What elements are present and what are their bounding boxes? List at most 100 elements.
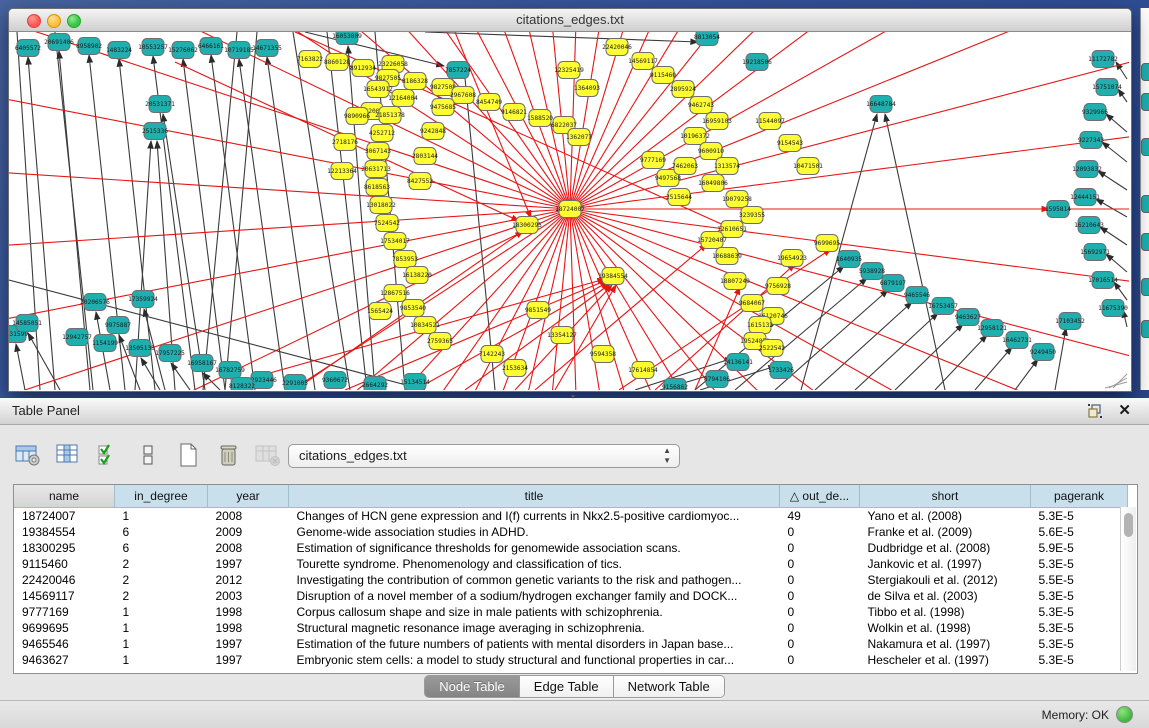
tab-network-table[interactable]: Network Table: [614, 676, 724, 697]
cell-pagerank: 5.3E-5: [1031, 588, 1128, 604]
column-header-short[interactable]: short: [860, 485, 1031, 508]
graph-node-label: 16959103: [702, 118, 732, 125]
memory-status-indicator[interactable]: [1116, 706, 1133, 723]
column-settings-icon[interactable]: [14, 441, 42, 469]
graph-node-label: 12610651: [717, 226, 747, 233]
cell-in_degree: 2: [115, 556, 208, 572]
graph-node-label: 12325419: [554, 67, 584, 74]
cell-short: Yano et al. (2008): [860, 508, 1031, 525]
graph-node-label: 3067143: [365, 148, 391, 155]
graph-node-label: 14136141: [723, 359, 753, 366]
table-row[interactable]: 1872400712008Changes of HCN gene express…: [14, 508, 1128, 525]
table-type-tabs: Node TableEdge TableNetwork Table: [0, 675, 1149, 697]
table-selector-dropdown[interactable]: citations_edges.txt ▲▼: [288, 444, 680, 468]
graph-node-label: 8860128: [324, 59, 350, 66]
cell-in_degree: 1: [115, 508, 208, 525]
graph-node-label: 10196372: [680, 133, 710, 140]
graph-node-label: 12444151: [1070, 194, 1100, 201]
tab-node-table[interactable]: Node Table: [425, 676, 520, 697]
scrollbar-thumb[interactable]: [1124, 513, 1133, 537]
column-header-in_degree[interactable]: in_degree: [115, 485, 208, 508]
table-vertical-scrollbar[interactable]: [1120, 507, 1136, 671]
graph-node: [1141, 63, 1149, 81]
graph-node-label: 17359924: [128, 296, 158, 303]
cell-short: de Silva et al. (2003): [860, 588, 1031, 604]
cell-name: 9777169: [14, 604, 115, 620]
graph-node: [1141, 233, 1149, 251]
cell-short: Stergiakouli et al. (2012): [860, 572, 1031, 588]
desktop-background: citations_edges.txt 64055722069140689589…: [0, 0, 1149, 727]
graph-node-label: 15134514: [400, 379, 430, 386]
delete-table-icon[interactable]: [254, 441, 282, 469]
cell-pagerank: 5.5E-5: [1031, 572, 1128, 588]
tab-edge-table[interactable]: Edge Table: [520, 676, 614, 697]
cell-out_degree: 0: [780, 636, 860, 652]
graph-node-label: 1615132: [747, 322, 773, 329]
select-columns-icon[interactable]: [94, 441, 122, 469]
graph-node-label: 16053809: [332, 33, 362, 40]
panel-resize-handle-icon[interactable]: ▾: [567, 394, 579, 400]
graph-edge: [425, 32, 698, 42]
panel-title: Table Panel: [12, 403, 80, 418]
table-row[interactable]: 1456911722003Disruption of a novel membe…: [14, 588, 1128, 604]
table-row[interactable]: 911546021997Tourette syndrome. Phenomeno…: [14, 556, 1128, 572]
column-header-pagerank[interactable]: pagerank: [1031, 485, 1128, 508]
graph-node-label: 16462731: [1002, 337, 1032, 344]
table-toolbar: f(x): [14, 438, 322, 472]
graph-node-label: 8813054: [694, 34, 720, 41]
column-header-out_degree[interactable]: △ out_de...: [780, 485, 860, 508]
graph-node-label: 13018022: [366, 202, 396, 209]
graph-node-label: 19079258: [722, 196, 752, 203]
table-row[interactable]: 1938455462009Genome-wide association stu…: [14, 524, 1128, 540]
graph-node-label: 16782759: [215, 367, 245, 374]
new-column-icon[interactable]: [174, 441, 202, 469]
table-row[interactable]: 946362711997Embryonic stem cells: a mode…: [14, 652, 1128, 668]
window-resize-grip[interactable]: [1105, 374, 1127, 388]
graph-node-label: 8186328: [402, 78, 428, 85]
float-panel-icon[interactable]: [1087, 403, 1103, 419]
graph-node-label: 16958167: [187, 360, 217, 367]
graph-edge: [1015, 359, 1038, 390]
delete-column-icon[interactable]: [214, 441, 242, 469]
show-columns-icon[interactable]: [54, 441, 82, 469]
rows-icon[interactable]: [134, 441, 162, 469]
table-row[interactable]: 969969511998Structural magnetic resonanc…: [14, 620, 1128, 636]
cell-out_degree: 0: [780, 588, 860, 604]
column-header-name[interactable]: name: [14, 485, 115, 508]
graph-node-label: 1640935: [836, 256, 862, 263]
graph-node-label: 8958902: [76, 43, 102, 50]
graph-edge: [1098, 171, 1127, 190]
cell-short: Jankovic et al. (1997): [860, 556, 1031, 572]
cell-name: 18300295: [14, 540, 115, 556]
cell-title: Changes of HCN gene expression and I(f) …: [289, 508, 780, 525]
graph-edge: [1102, 142, 1127, 162]
graph-node-label: 17534017: [380, 238, 410, 245]
graph-edge-red-ray: [9, 209, 570, 360]
close-panel-icon[interactable]: ✕: [1118, 401, 1131, 419]
graph-node-label: 9975887: [105, 322, 131, 329]
graph-node-label: 9465546: [904, 292, 930, 299]
column-header-year[interactable]: year: [208, 485, 289, 508]
cell-short: Wolkin et al. (1998): [860, 620, 1031, 636]
graph-node-label: 9594358: [590, 351, 616, 358]
graph-node-label: 9853540: [400, 305, 426, 312]
graph-node-label: 6466161: [198, 43, 224, 50]
cell-in_degree: 1: [115, 604, 208, 620]
graph-node-label: 23226058: [378, 61, 408, 68]
window-titlebar[interactable]: citations_edges.txt: [9, 9, 1131, 32]
table-row[interactable]: 946554611997Estimation of the future num…: [14, 636, 1128, 652]
table-row[interactable]: 2242004622012Investigating the contribut…: [14, 572, 1128, 588]
graph-node-label: 12942757: [62, 334, 92, 341]
network-graph-canvas[interactable]: 6405572206914068958902148322410553257152…: [9, 32, 1129, 390]
graph-node-label: 13354127: [547, 332, 577, 339]
graph-node-label: 1313574: [714, 163, 740, 170]
table-row[interactable]: 1830029562008Estimation of significance …: [14, 540, 1128, 556]
graph-node-label: 9227343: [1078, 137, 1104, 144]
table-row[interactable]: 977716911998Corpus callosum shape and si…: [14, 604, 1128, 620]
attribute-table: namein_degreeyeartitle△ out_de...shortpa…: [14, 485, 1128, 668]
graph-node-label: 1588520: [527, 115, 553, 122]
cell-in_degree: 1: [115, 636, 208, 652]
graph-node: [1141, 93, 1149, 111]
cell-out_degree: 0: [780, 556, 860, 572]
column-header-title[interactable]: title: [289, 485, 780, 508]
